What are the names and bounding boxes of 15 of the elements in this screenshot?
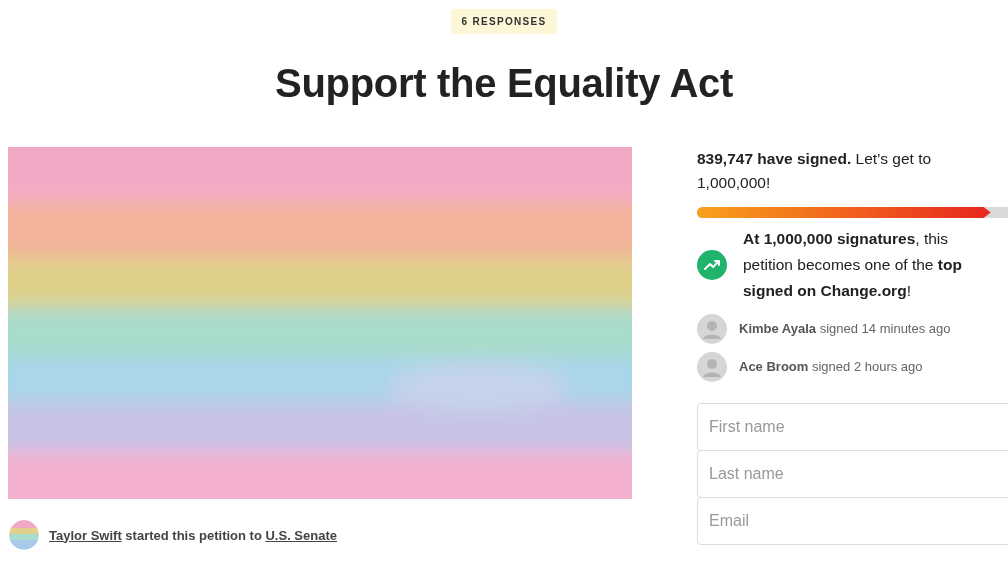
starter-link[interactable]: Taylor Swift [49, 527, 122, 543]
signer-activity: Ace Broom signed 2 hours ago [739, 358, 923, 376]
petition-title: Support the Equality Act [275, 61, 733, 106]
user-avatar-icon [697, 352, 727, 382]
input-field[interactable]: Email [697, 497, 1008, 545]
signer-activity: Kimbe Ayala signed 14 minutes ago [739, 320, 951, 338]
petition-starter-text: Taylor Swift started this petition to U.S. Senate [49, 527, 337, 543]
avatar [9, 520, 39, 550]
user-avatar-icon [697, 314, 727, 344]
input-field[interactable]: First name [697, 403, 1008, 451]
target-link[interactable]: U.S. Senate [265, 527, 337, 543]
milestone-text: At 1,000,000 signatures, this petition becomes one of the top signed on Change.org! [743, 229, 963, 301]
signature-count: 839,747 have signed. Let’s get to 1,000,000! [697, 149, 933, 193]
responses-badge: 6 RESPONSES [450, 9, 558, 34]
trending-up-icon [697, 250, 727, 280]
